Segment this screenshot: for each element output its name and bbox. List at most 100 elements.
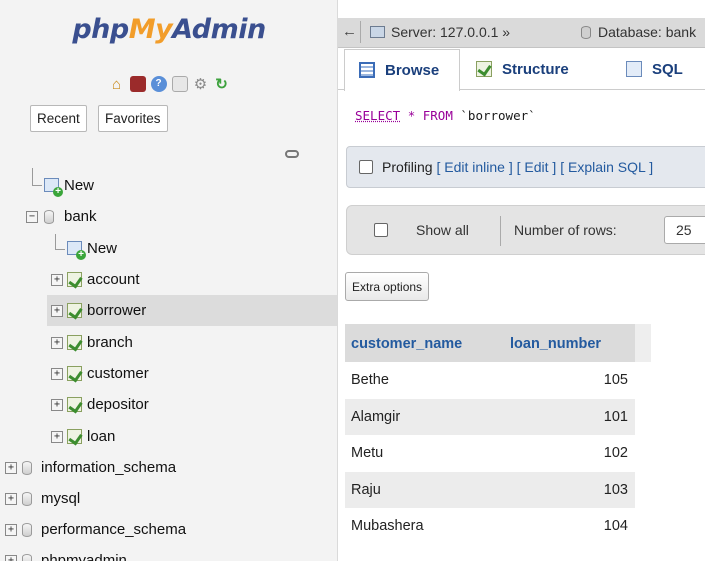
sql-keyword-select[interactable]: SELECT <box>355 108 400 123</box>
table-row[interactable]: Raju 103 <box>345 471 651 508</box>
tree-item-table-branch[interactable]: + branch <box>0 327 337 358</box>
tree-item-label: account <box>87 271 140 288</box>
sql-query-display[interactable]: SELECT * FROM `borrower` <box>346 92 705 136</box>
database-icon <box>44 210 54 224</box>
tree-item-information-schema[interactable]: + information_schema <box>0 452 337 483</box>
extra-options-button[interactable]: Extra options <box>345 272 430 301</box>
show-all-label[interactable]: Show all <box>416 222 469 238</box>
number-of-rows-select[interactable]: 25 <box>664 216 705 244</box>
table-row[interactable]: Alamgir 101 <box>345 398 651 435</box>
phpmyadmin-logo[interactable]: phpMyAdmin <box>0 14 337 45</box>
tree-item-label: bank <box>64 208 97 225</box>
tree-item-label: mysql <box>41 490 81 507</box>
tree-item-table-depositor[interactable]: + depositor <box>0 389 337 420</box>
breadcrumb: ← Server: 127.0.0.1 » Database: bank <box>338 18 705 48</box>
cell-customer-name[interactable]: Mubashera <box>345 508 504 545</box>
table-row[interactable]: Mubashera 104 <box>345 508 651 545</box>
nav-icon-bar: ⌂ ? ⚙ ↻ <box>0 76 337 92</box>
cell-customer-name[interactable]: Metu <box>345 435 504 472</box>
table-icon <box>67 397 82 412</box>
expand-icon[interactable]: + <box>5 555 17 561</box>
tree-item-table-loan[interactable]: + loan <box>0 421 337 452</box>
tab-browse[interactable]: Browse <box>344 49 460 91</box>
back-arrow-icon[interactable]: ← <box>342 23 357 40</box>
column-header-loan-number[interactable]: loan_number <box>504 324 635 362</box>
exit-icon[interactable] <box>129 76 146 92</box>
tree-item-table-customer[interactable]: + customer <box>0 358 337 389</box>
expand-icon[interactable]: + <box>5 462 17 474</box>
tab-sql[interactable]: SQL <box>612 49 705 90</box>
server-icon <box>370 26 385 38</box>
tab-bar: Browse Structure SQL <box>338 49 705 91</box>
tree-item-table-account[interactable]: + account <box>0 264 337 295</box>
tree-item-new-table[interactable]: New <box>0 233 337 264</box>
table-icon <box>67 366 82 381</box>
tree-item-label: performance_schema <box>41 521 187 538</box>
cell-loan-number[interactable]: 105 <box>504 362 635 399</box>
main-panel: ← Server: 127.0.0.1 » Database: bank Bro… <box>338 0 705 561</box>
tree-item-label: information_schema <box>41 459 177 476</box>
tree-item-phpmyadmin[interactable]: + phpmyadmin <box>0 545 337 561</box>
expand-icon[interactable]: + <box>5 524 17 536</box>
tree-item-label: depositor <box>87 396 149 413</box>
expand-icon[interactable]: + <box>51 274 63 286</box>
cell-loan-number[interactable]: 101 <box>504 398 635 435</box>
home-icon[interactable]: ⌂ <box>109 76 125 92</box>
expand-icon[interactable]: + <box>51 368 63 380</box>
tree-item-mysql[interactable]: + mysql <box>0 483 337 514</box>
results-table: customer_name loan_number Bethe 105 Alam… <box>345 324 651 545</box>
database-icon <box>22 523 32 537</box>
database-icon <box>581 26 591 39</box>
expand-icon[interactable]: + <box>51 337 63 349</box>
tree-item-bank[interactable]: − bank <box>0 201 337 232</box>
expand-icon[interactable]: + <box>51 431 63 443</box>
cell-loan-number[interactable]: 104 <box>504 508 635 545</box>
breadcrumb-database[interactable]: Database: bank <box>598 24 696 40</box>
settings-icon[interactable]: ⚙ <box>193 76 209 92</box>
reload-icon[interactable]: ↻ <box>214 76 230 92</box>
tree-item-label: New <box>87 240 118 257</box>
cell-customer-name[interactable]: Raju <box>345 471 504 508</box>
structure-icon <box>476 61 492 77</box>
cell-spacer <box>635 362 651 399</box>
collapse-icon[interactable]: − <box>26 211 38 223</box>
table-icon <box>67 429 82 444</box>
tree-item-label: customer <box>87 365 149 382</box>
expand-icon[interactable]: + <box>51 305 63 317</box>
expand-icon[interactable]: + <box>5 493 17 505</box>
explain-sql-link[interactable]: [ Explain SQL ] <box>560 159 653 175</box>
table-row[interactable]: Bethe 105 <box>345 362 651 399</box>
table-header-row: customer_name loan_number <box>345 324 651 362</box>
cell-loan-number[interactable]: 103 <box>504 471 635 508</box>
expand-icon[interactable]: + <box>51 399 63 411</box>
tree-item-label: loan <box>87 428 116 445</box>
tree-item-label: phpmyadmin <box>41 552 127 561</box>
divider <box>500 216 501 246</box>
cell-customer-name[interactable]: Bethe <box>345 362 504 399</box>
database-icon <box>22 554 32 561</box>
column-header-spacer <box>635 324 651 362</box>
profiling-checkbox[interactable] <box>359 160 373 174</box>
breadcrumb-separator: » <box>502 24 511 40</box>
help-icon[interactable]: ? <box>150 76 167 92</box>
table-row[interactable]: Metu 102 <box>345 435 651 472</box>
new-table-icon <box>67 241 86 260</box>
favorites-button[interactable]: Favorites <box>98 105 168 132</box>
edit-inline-link[interactable]: [ Edit inline ] <box>436 159 512 175</box>
link-icon[interactable] <box>285 150 299 158</box>
show-all-checkbox[interactable] <box>374 223 388 237</box>
tab-structure[interactable]: Structure <box>462 49 610 90</box>
edit-link[interactable]: [ Edit ] <box>517 159 557 175</box>
cell-loan-number[interactable]: 102 <box>504 435 635 472</box>
cell-customer-name[interactable]: Alamgir <box>345 398 504 435</box>
tree-item-performance-schema[interactable]: + performance_schema <box>0 514 337 545</box>
sql-icon <box>626 61 642 77</box>
tree-item-table-borrower[interactable]: + borrower <box>47 295 337 326</box>
tree-item-new-database[interactable]: New <box>0 170 337 201</box>
database-icon <box>22 461 32 475</box>
profiling-label: Profiling <box>382 159 433 175</box>
docs-icon[interactable] <box>171 76 188 92</box>
breadcrumb-server[interactable]: Server: 127.0.0.1 » <box>391 24 510 40</box>
recent-button[interactable]: Recent <box>30 105 87 132</box>
column-header-customer-name[interactable]: customer_name <box>345 324 504 362</box>
